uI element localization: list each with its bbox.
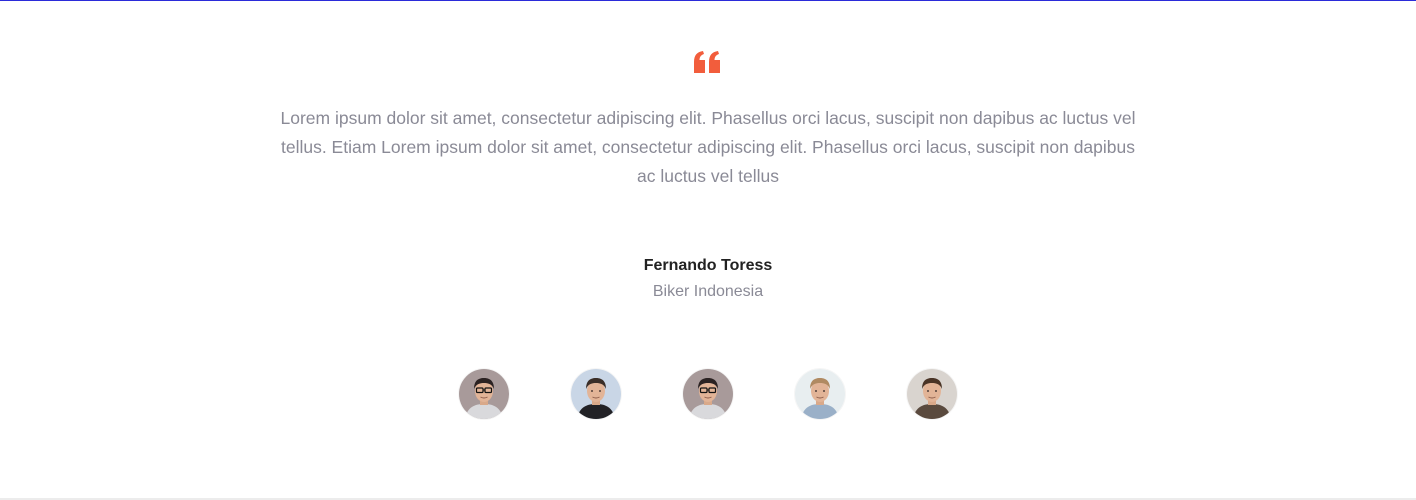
testimonial-quote-text: Lorem ipsum dolor sit amet, consectetur …: [280, 108, 1136, 186]
quote-icon: [694, 51, 720, 73]
person-photo-icon: [571, 369, 621, 419]
avatar-5[interactable]: [907, 369, 957, 419]
person-photo-icon: [907, 369, 957, 419]
person-photo-icon: [795, 369, 845, 419]
author-role: Biker Indonesia: [652, 283, 764, 300]
avatar-3[interactable]: [683, 369, 733, 419]
avatar-1[interactable]: [459, 369, 509, 419]
testimonial-section: Lorem ipsum dolor sit amet, consectetur …: [0, 0, 1416, 500]
avatar-selector: [0, 369, 1416, 421]
person-glasses-photo-icon: [459, 369, 509, 419]
quote-icon-wrapper: [0, 39, 1416, 85]
author-name: Fernando Toress: [643, 257, 773, 274]
avatar-4[interactable]: [795, 369, 845, 419]
person-glasses-photo-icon: [683, 369, 733, 419]
avatar-2[interactable]: [571, 369, 621, 419]
